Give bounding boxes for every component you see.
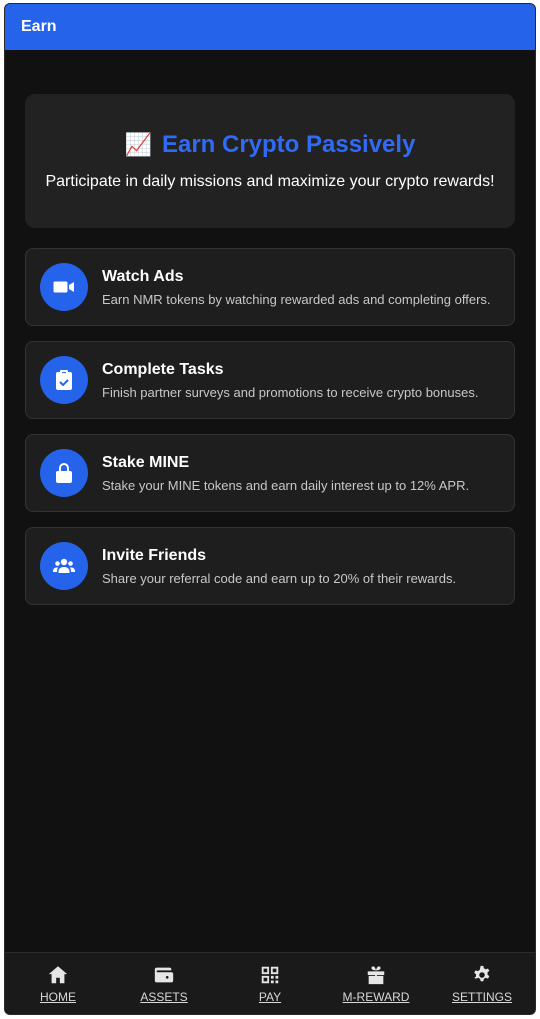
card-title: Invite Friends [102,546,207,564]
page-title: Earn [21,18,57,35]
gear-icon [474,965,490,981]
app-header: Earn [5,4,535,50]
card-description: Share your referral code and earn up to … [102,570,457,586]
gift-icon [367,965,385,984]
nav-pay[interactable]: PAY [220,964,320,1004]
nav-home[interactable]: HOME [8,964,108,1004]
nav-label: SETTINGS [451,989,512,1004]
card-complete-tasks[interactable]: Complete Tasks Finish partner surveys an… [25,341,515,419]
chart-increasing-icon: 📈 [124,132,152,157]
card-invite-friends[interactable]: Invite Friends Share your referral code … [25,527,515,605]
qr-code-icon [261,966,279,983]
nav-assets[interactable]: ASSETS [114,964,214,1004]
card-description: Earn NMR tokens by watching rewarded ads… [102,291,491,307]
card-title: Stake MINE [102,453,190,471]
hero-banner: 📈 Earn Crypto Passively Participate in d… [25,94,515,228]
card-description: Stake your MINE tokens and earn daily in… [102,477,470,493]
nav-m-reward[interactable]: M-REWARD [326,964,426,1004]
nav-label: M-REWARD [342,989,410,1004]
clipboard-check-icon [40,356,88,404]
hero-subtitle: Participate in daily missions and maximi… [45,173,495,190]
app-frame: Earn 📈 Earn Crypto Passively Participate… [4,3,536,1015]
lock-icon [40,449,88,497]
nav-label: ASSETS [140,989,188,1004]
bottom-navigation: HOME ASSETS PAY M-REWARD SETTINGS [5,952,535,1014]
home-icon [48,965,68,983]
card-title: Watch Ads [102,267,184,285]
card-description: Finish partner surveys and promotions to… [102,384,479,400]
hero-title-row: 📈 Earn Crypto Passively [125,131,416,159]
card-watch-ads[interactable]: Watch Ads Earn NMR tokens by watching re… [25,248,515,326]
wallet-icon [154,967,174,982]
nav-label: HOME [40,989,76,1004]
users-icon [40,542,88,590]
nav-settings[interactable]: SETTINGS [432,964,532,1004]
card-title: Complete Tasks [102,360,224,378]
hero-title: Earn Crypto Passively [161,131,416,158]
card-stake-mine[interactable]: Stake MINE Stake your MINE tokens and ea… [25,434,515,512]
video-camera-icon [40,263,88,311]
nav-label: PAY [258,989,282,1004]
main-content: 📈 Earn Crypto Passively Participate in d… [5,50,535,605]
